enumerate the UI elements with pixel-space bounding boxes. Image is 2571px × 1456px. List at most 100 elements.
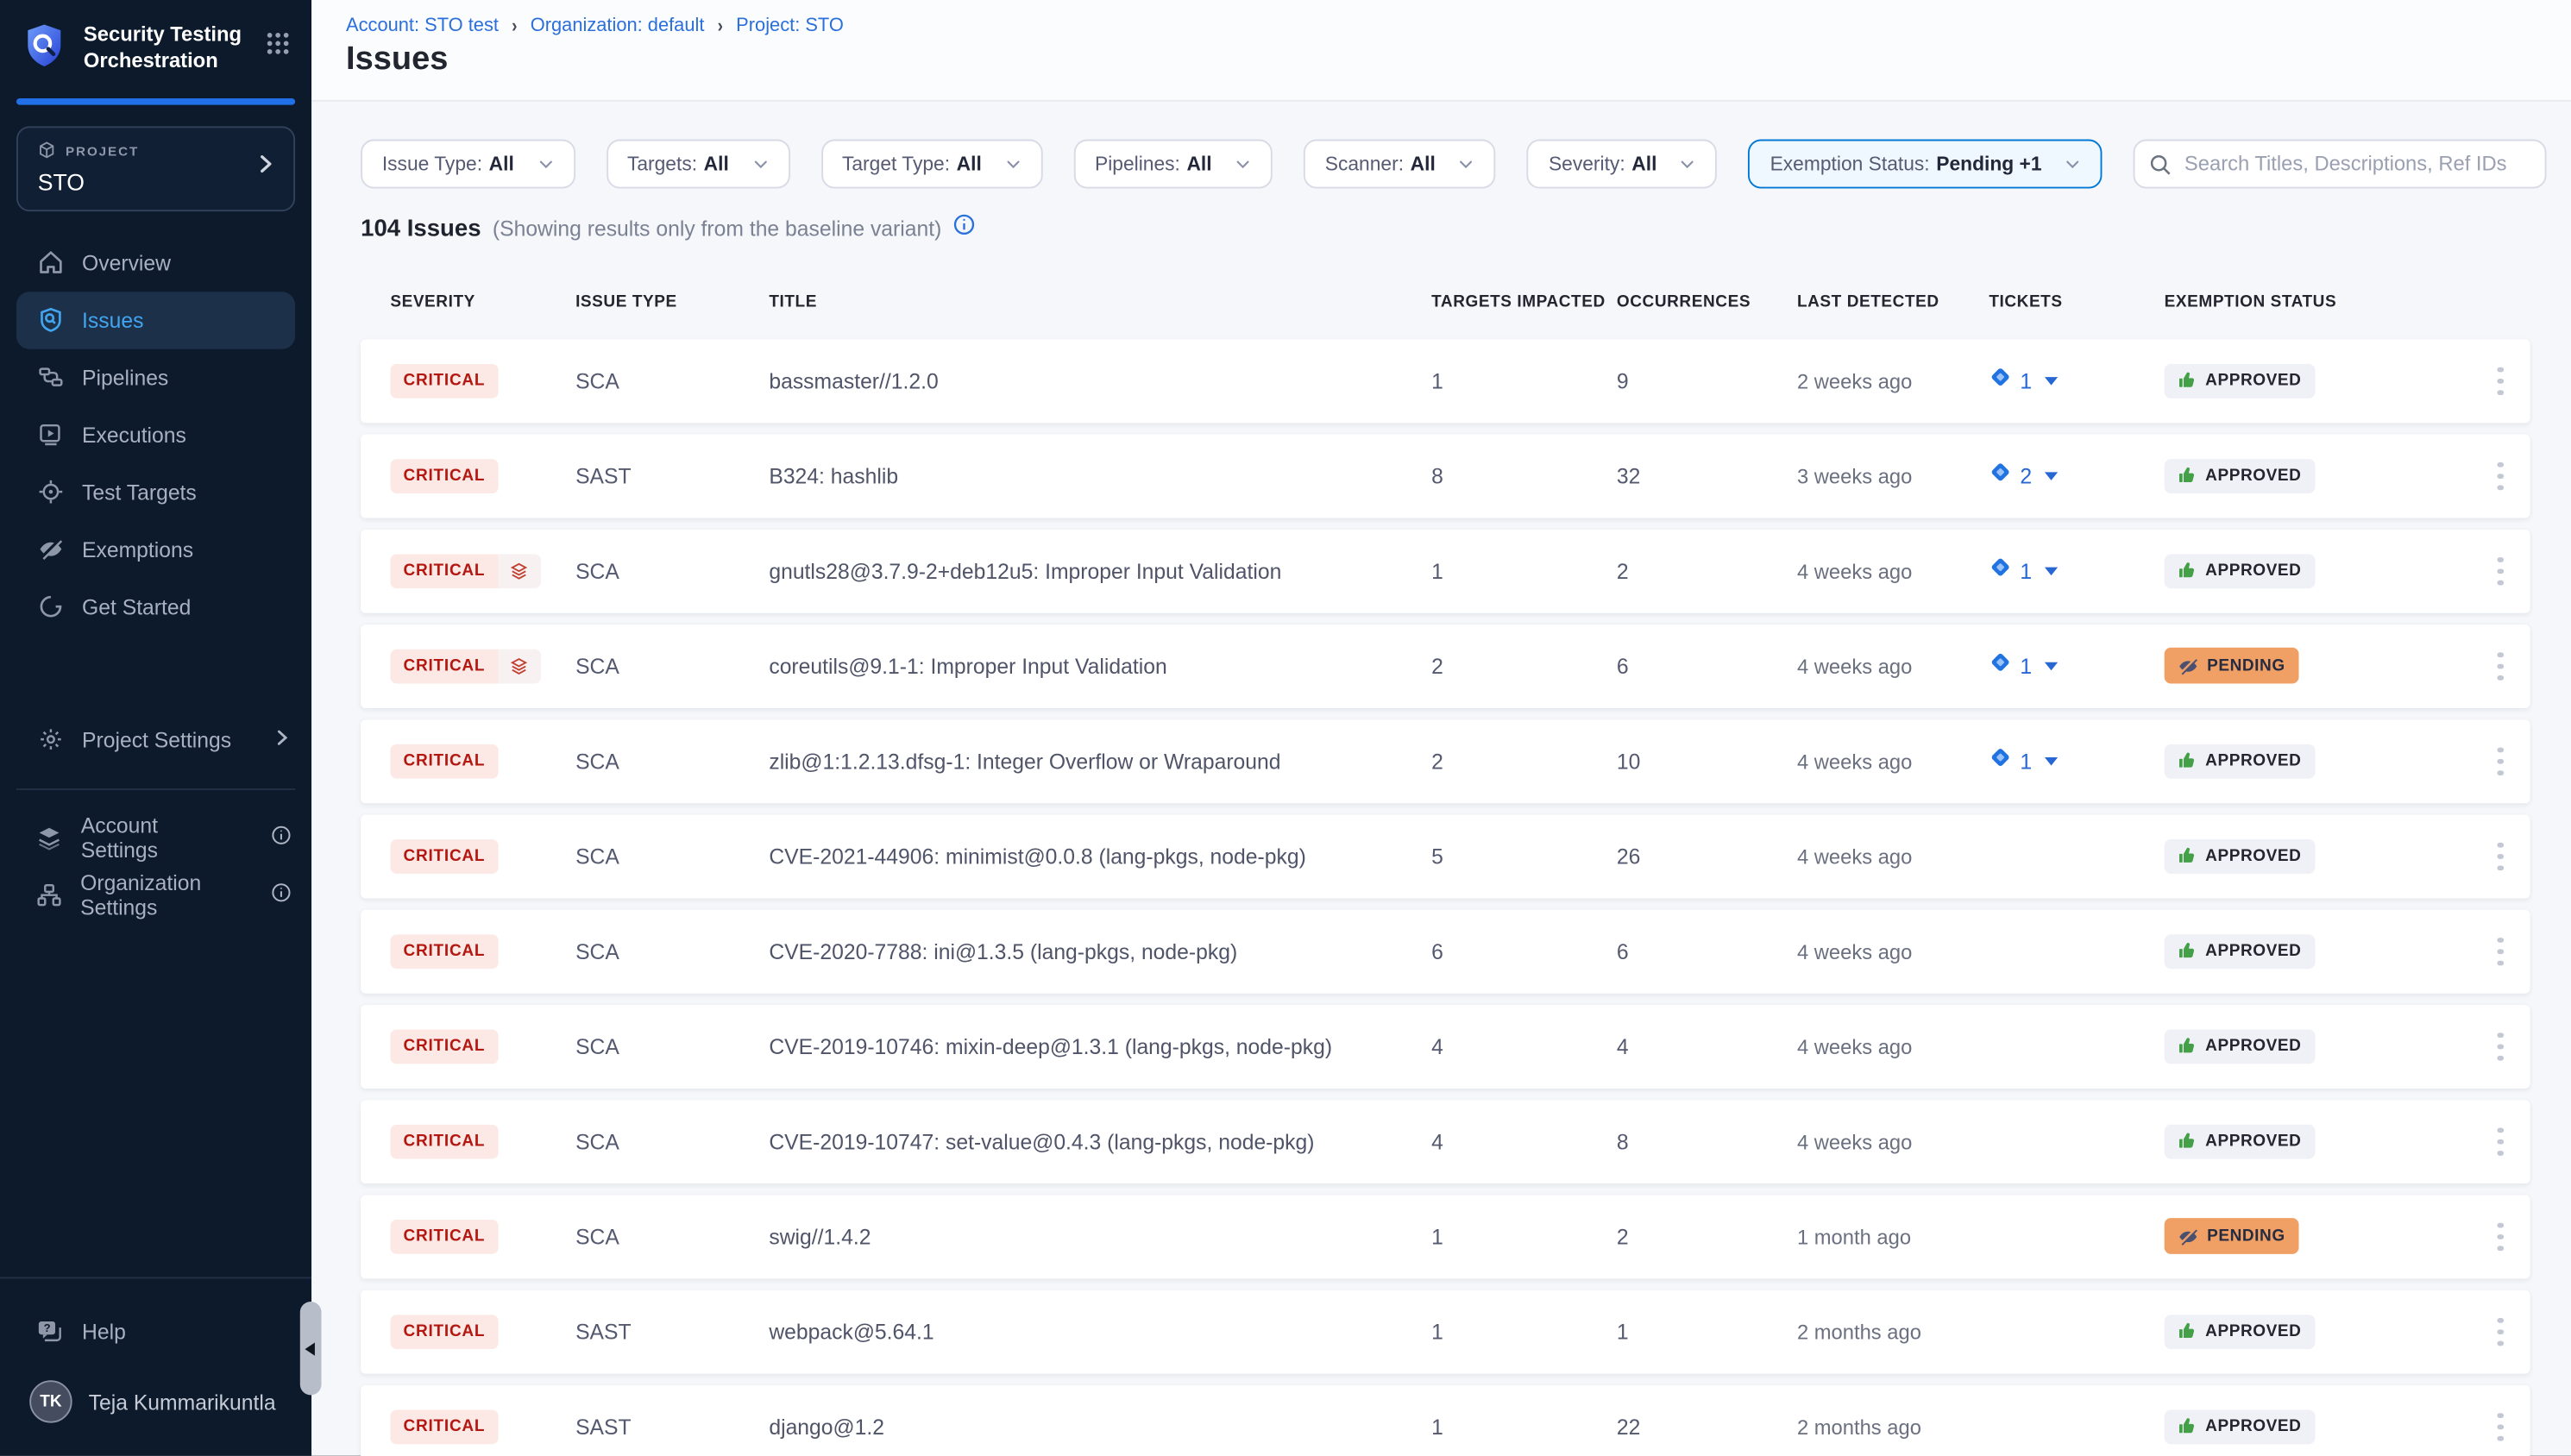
row-menu-button[interactable] [2486,837,2515,876]
info-icon[interactable] [271,882,292,907]
col-occurrences: OCCURRENCES [1617,293,1797,311]
row-menu-button[interactable] [2486,1408,2515,1447]
row-menu-button[interactable] [2486,456,2515,496]
sto-logo-icon [20,22,69,79]
exemption-status-badge: APPROVED [2165,554,2315,588]
sidebar-item-get-started[interactable]: Get Started [0,578,311,636]
row-menu-button[interactable] [2486,932,2515,971]
table-row[interactable]: CRITICAL SCA gnutls28@3.7.9-2+deb12u5: I… [361,530,2530,613]
row-menu-button[interactable] [2486,647,2515,687]
chevron-down-icon [537,156,553,173]
breadcrumb-organization[interactable]: Organization: default [531,16,705,36]
ticket-dropdown[interactable]: 1 [1989,366,2058,397]
issue-title: coreutils@9.1-1: Improper Input Validati… [769,654,1431,679]
project-name: STO [38,168,255,194]
breadcrumb-account[interactable]: Account: STO test [346,16,499,36]
col-severity: SEVERITY [390,293,575,311]
issue-type: SCA [575,750,769,775]
user-menu[interactable]: TK Teja Kummarikuntla [0,1365,311,1440]
filter-dropdown[interactable]: Scanner: All [1304,140,1496,189]
issue-type: SCA [575,654,769,679]
table-row[interactable]: CRITICAL SCA CVE-2020-7788: ini@1.3.5 (l… [361,910,2530,994]
row-menu-button[interactable] [2486,1217,2515,1257]
row-menu-button[interactable] [2486,361,2515,401]
severity-badge: CRITICAL [390,1125,498,1159]
info-icon[interactable] [953,213,977,244]
issue-type: SCA [575,1129,769,1154]
row-menu-button[interactable] [2486,1122,2515,1162]
table-row[interactable]: CRITICAL SCA bassmaster//1.2.0 1 9 2 wee… [361,339,2530,423]
table-row[interactable]: CRITICAL SCA CVE-2019-10747: set-value@0… [361,1100,2530,1183]
sidebar-divider [16,788,295,789]
module-grid-icon[interactable] [266,31,292,64]
search-input[interactable] [2134,140,2547,189]
table-row[interactable]: CRITICAL SCA zlib@1:1.2.13.dfsg-1: Integ… [361,719,2530,803]
chevron-down-icon [2065,156,2081,173]
eye-off-icon [2178,1226,2199,1247]
sidebar-item-executions[interactable]: Executions [0,405,311,463]
ticket-dropdown[interactable]: 1 [1989,651,2058,682]
targets-impacted: 1 [1431,1225,1617,1250]
issues-table: CRITICAL SCA bassmaster//1.2.0 1 9 2 wee… [361,339,2530,1456]
project-selector[interactable]: PROJECT STO [16,125,295,210]
pipelines-icon [36,363,64,391]
table-header: SEVERITY ISSUE TYPE TITLE TARGETS IMPACT… [361,293,2530,311]
eye-off-icon [36,536,64,563]
row-menu-button[interactable] [2486,742,2515,781]
filter-dropdown[interactable]: Targets: All [606,140,789,189]
thumbs-up-icon [2178,1037,2197,1057]
sidebar-item-organization-settings[interactable]: Organization Settings [0,866,311,924]
occurrences: 2 [1617,1225,1797,1250]
breadcrumb: Account: STO test › Organization: defaul… [346,16,2571,36]
sidebar-item-exemptions[interactable]: Exemptions [0,520,311,578]
chevron-right-icon: › [718,16,723,36]
ticket-dropdown[interactable]: 1 [1989,746,2058,777]
filter-dropdown[interactable]: Target Type: All [820,140,1042,189]
thumbs-up-icon [2178,751,2197,771]
org-gear-icon [36,882,62,909]
page-header: Account: STO test › Organization: defaul… [311,0,2571,102]
table-row[interactable]: CRITICAL SAST B324: hashlib 8 32 3 weeks… [361,435,2530,518]
chevron-down-icon [2045,377,2058,386]
sidebar-item-project-settings[interactable]: Project Settings [0,711,311,769]
issue-title: webpack@5.64.1 [769,1320,1431,1345]
table-row[interactable]: CRITICAL SCA CVE-2019-10746: mixin-deep@… [361,1005,2530,1089]
table-row[interactable]: CRITICAL SAST django@1.2 1 22 2 months a… [361,1385,2530,1456]
row-menu-button[interactable] [2486,1027,2515,1067]
sidebar-item-pipelines[interactable]: Pipelines [0,348,311,406]
sidebar-collapse-handle[interactable] [300,1302,322,1395]
filter-dropdown[interactable]: Severity: All [1527,140,1718,189]
filter-dropdown[interactable]: Pipelines: All [1073,140,1273,189]
thumbs-up-icon [2178,466,2197,486]
table-row[interactable]: CRITICAL SCA swig//1.4.2 1 2 1 month ago [361,1195,2530,1278]
sidebar-item-account-settings[interactable]: Account Settings [0,809,311,867]
breadcrumb-project[interactable]: Project: STO [736,16,844,36]
table-row[interactable]: CRITICAL SCA coreutils@9.1-1: Improper I… [361,624,2530,708]
table-row[interactable]: CRITICAL SAST webpack@5.64.1 1 1 2 month… [361,1290,2530,1374]
issue-type: SCA [575,369,769,394]
ticket-dropdown[interactable]: 1 [1989,555,2058,587]
sidebar-item-overview[interactable]: Overview [0,234,311,292]
targets-impacted: 4 [1431,1034,1617,1059]
filter-dropdown[interactable]: Issue Type: All [361,140,575,189]
last-detected: 4 weeks ago [1797,560,1989,583]
info-icon[interactable] [271,825,292,850]
targets-impacted: 4 [1431,1129,1617,1154]
table-row[interactable]: CRITICAL SCA CVE-2021-44906: minimist@0.… [361,815,2530,899]
sidebar-item-issues[interactable]: Issues [16,291,295,348]
page-title: Issues [346,41,2571,79]
issue-type: SAST [575,1415,769,1440]
row-menu-button[interactable] [2486,1312,2515,1352]
severity-badge: CRITICAL [390,1220,498,1254]
sidebar-item-help[interactable]: ? Help [0,1299,311,1365]
sidebar-item-test-targets[interactable]: Test Targets [0,463,311,521]
ticket-dropdown[interactable]: 2 [1989,461,2058,492]
targets-impacted: 2 [1431,750,1617,775]
col-targets-impacted: TARGETS IMPACTED [1431,293,1617,311]
row-menu-button[interactable] [2486,552,2515,592]
exemption-status-badge: APPROVED [2165,934,2315,969]
targets-impacted: 1 [1431,559,1617,584]
filter-dropdown[interactable]: Exemption Status: Pending +1 [1749,140,2103,189]
targets-impacted: 8 [1431,464,1617,489]
layers-gear-icon [36,824,63,851]
